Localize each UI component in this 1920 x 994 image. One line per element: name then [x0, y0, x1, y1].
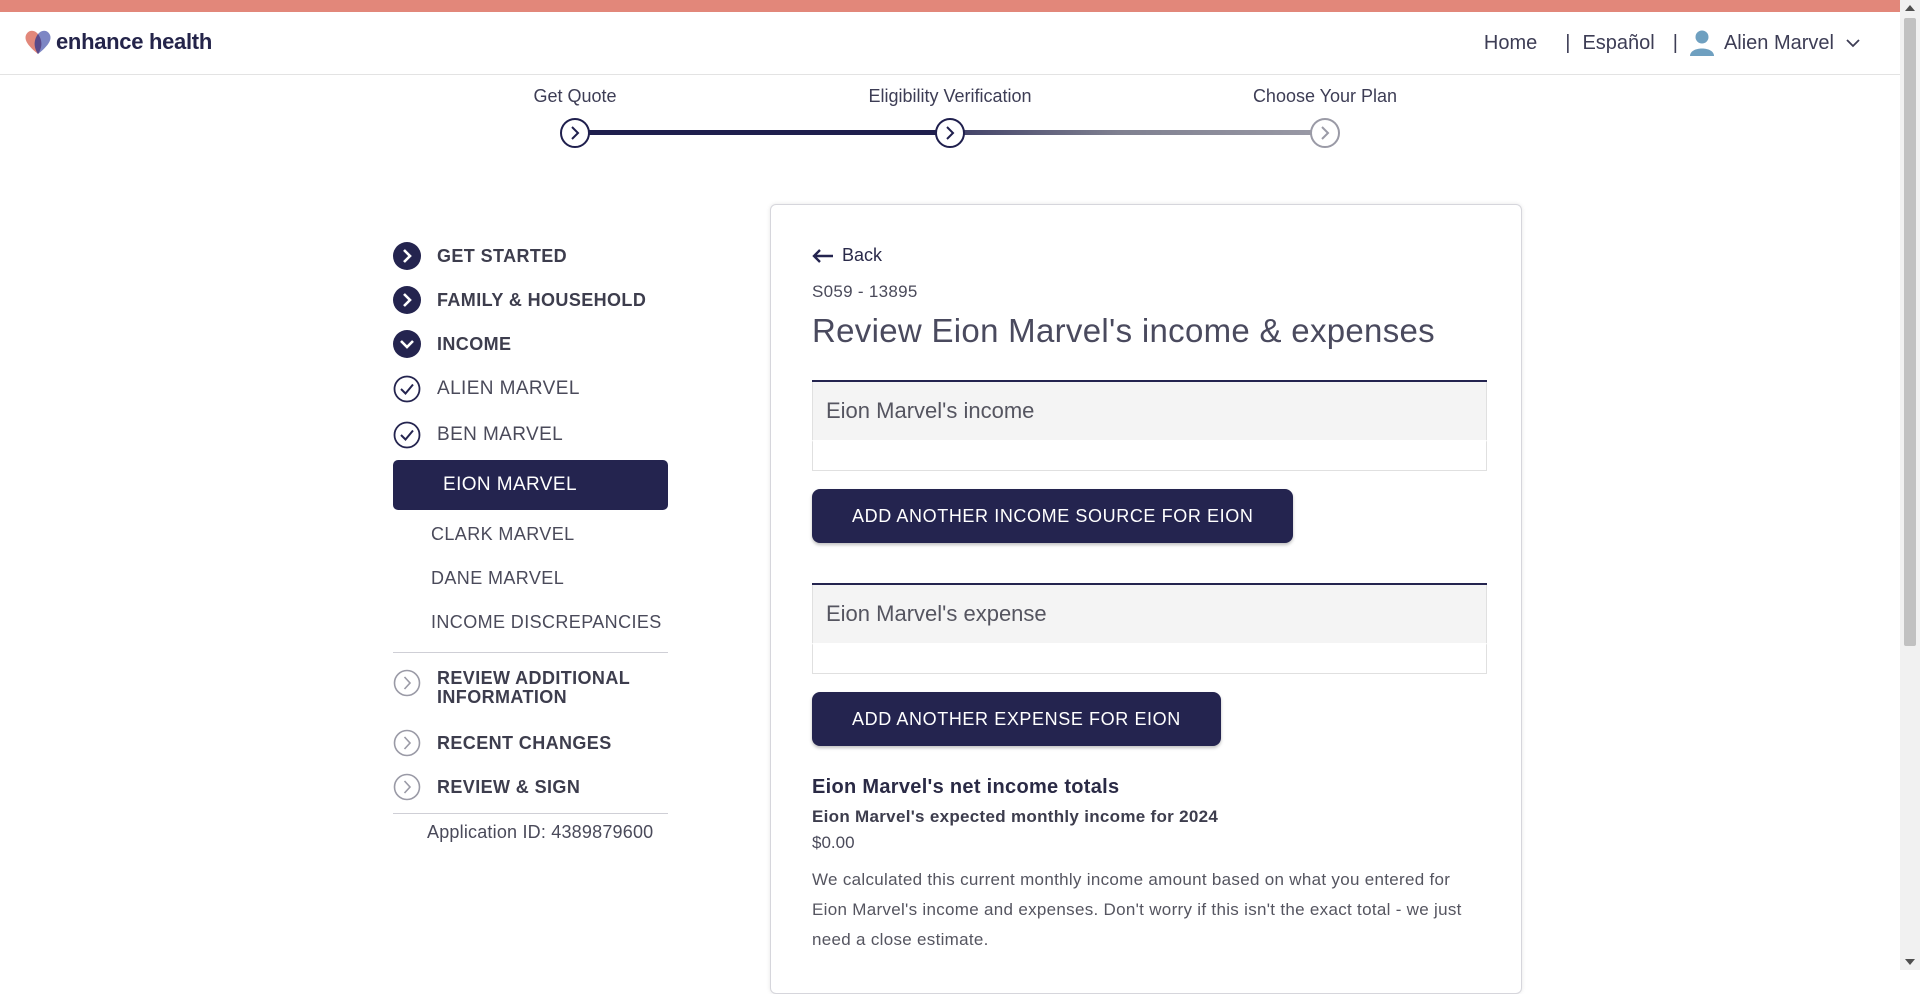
income-panel-body [812, 440, 1487, 471]
sidebar-subitem-alien-marvel[interactable]: ALIEN MARVEL [393, 366, 693, 412]
sidebar-subitem-ben-marvel[interactable]: BEN MARVEL [393, 412, 693, 458]
sidebar-subitem-dane-marvel[interactable]: DANE MARVEL [393, 556, 693, 600]
chevron-right-outline-icon [393, 669, 421, 697]
sidebar-item-label: REVIEW ADDITIONAL INFORMATION [437, 669, 630, 707]
chevron-right-icon [946, 126, 955, 140]
sidebar-subitem-eion-marvel-active[interactable]: EION MARVEL [393, 460, 668, 510]
nav-separator: | [1672, 31, 1678, 54]
back-label: Back [842, 245, 883, 265]
sidebar-divider [393, 652, 668, 653]
arrow-left-icon [812, 248, 833, 263]
scroll-down-arrow-icon[interactable] [1905, 959, 1915, 965]
user-name: Alien Marvel [1723, 31, 1834, 54]
expense-panel: Eion Marvel's expense [812, 583, 1487, 674]
sidebar-item-label: GET STARTED [437, 245, 568, 266]
chevron-right-filled-icon [393, 242, 421, 270]
income-panel: Eion Marvel's income [812, 380, 1487, 471]
top-accent-band [0, 0, 1900, 12]
sidebar-subitem-income-discrepancies[interactable]: INCOME DISCREPANCIES [393, 600, 693, 644]
sidebar-divider [393, 813, 668, 814]
sidebar-item-family-household[interactable]: FAMILY & HOUSEHOLD [393, 278, 693, 322]
expense-panel-body [812, 643, 1487, 674]
step-label-choose-plan: Choose Your Plan [1252, 86, 1398, 106]
expected-monthly-income-amount: $0.00 [812, 833, 855, 852]
heart-logo-icon [25, 30, 51, 54]
expense-panel-header: Eion Marvel's expense [812, 585, 1487, 643]
sidebar-item-label: CLARK MARVEL [431, 523, 575, 544]
top-navigation: Home | Español | Alien Marvel [1484, 30, 1870, 56]
nav-separator: | [1565, 31, 1571, 54]
sidebar-item-get-started[interactable]: GET STARTED [393, 234, 693, 278]
sidebar-item-review-additional-information[interactable]: REVIEW ADDITIONAL INFORMATION [393, 665, 693, 721]
chevron-down-icon [1846, 38, 1860, 47]
user-avatar-icon [1689, 30, 1714, 56]
sidebar-item-label: ALIEN MARVEL [437, 378, 580, 399]
sidebar-item-label: INCOME [437, 333, 512, 354]
sidebar-item-label-line1: REVIEW ADDITIONAL [437, 668, 631, 688]
step-marker-get-quote [560, 118, 590, 148]
user-menu[interactable]: Alien Marvel [1689, 30, 1870, 56]
chevron-down-filled-icon [393, 330, 421, 358]
page-title: Review Eion Marvel's income & expenses [812, 312, 1435, 349]
sidebar-item-label: RECENT CHANGES [437, 732, 612, 753]
add-income-source-button[interactable]: ADD ANOTHER INCOME SOURCE FOR EION [812, 489, 1294, 543]
application-progress: Get Quote Eligibility Verification Choos… [0, 74, 1900, 184]
sidebar-item-label: INCOME DISCREPANCIES [431, 611, 662, 632]
step-marker-choose-plan [1310, 118, 1340, 148]
sidebar-item-review-sign[interactable]: REVIEW & SIGN [393, 765, 693, 809]
brand-logo[interactable]: enhance health [24, 29, 212, 55]
step-label-eligibility: Eligibility Verification [868, 86, 1032, 106]
step-label-get-quote: Get Quote [533, 86, 617, 106]
back-link[interactable]: Back [812, 245, 1487, 266]
sidebar-item-income[interactable]: INCOME [393, 322, 693, 366]
net-income-totals-heading: Eion Marvel's net income totals [812, 776, 1120, 798]
add-expense-button[interactable]: ADD ANOTHER EXPENSE FOR EION [812, 692, 1221, 746]
chevron-right-outline-icon [393, 773, 421, 801]
scroll-up-arrow-icon[interactable] [1905, 5, 1915, 11]
brand-name: enhance health [56, 29, 212, 54]
income-review-card: Back S059 - 13895 Review Eion Marvel's i… [770, 204, 1522, 994]
check-circle-icon [393, 421, 421, 449]
section-sidebar: GET STARTED FAMILY & HOUSEHOLD INCOME AL… [393, 234, 693, 843]
sidebar-subitem-clark-marvel[interactable]: CLARK MARVEL [393, 512, 693, 556]
income-panel-header: Eion Marvel's income [812, 382, 1487, 440]
chevron-right-filled-icon [393, 286, 421, 314]
language-toggle-link[interactable]: Español [1582, 32, 1654, 55]
scrollbar-thumb[interactable] [1904, 18, 1916, 646]
page-scrollbar[interactable] [1900, 0, 1920, 970]
site-header: enhance health Home | Español | Alien Ma… [0, 12, 1900, 75]
sidebar-item-label: FAMILY & HOUSEHOLD [437, 289, 647, 310]
expected-monthly-income-label: Eion Marvel's expected monthly income fo… [812, 807, 1219, 826]
sidebar-item-recent-changes[interactable]: RECENT CHANGES [393, 721, 693, 765]
sidebar-item-label: REVIEW & SIGN [437, 776, 581, 797]
sidebar-item-label-line2: INFORMATION [437, 687, 568, 707]
sidebar-item-label: BEN MARVEL [437, 424, 564, 445]
step-marker-eligibility [935, 118, 965, 148]
sidebar-item-label: EION MARVEL [443, 474, 577, 495]
home-link[interactable]: Home [1484, 32, 1537, 55]
progress-track-complete [575, 130, 950, 135]
application-id: Application ID: 4389879600 [427, 822, 654, 842]
chevron-right-outline-icon [393, 729, 421, 757]
case-id: S059 - 13895 [812, 282, 918, 301]
check-circle-icon [393, 375, 421, 403]
progress-track-upcoming [950, 130, 1325, 135]
chevron-right-icon [571, 126, 580, 140]
chevron-right-icon [1321, 126, 1330, 140]
sidebar-item-label: DANE MARVEL [431, 567, 565, 588]
income-estimate-note: We calculated this current monthly incom… [812, 870, 1462, 949]
